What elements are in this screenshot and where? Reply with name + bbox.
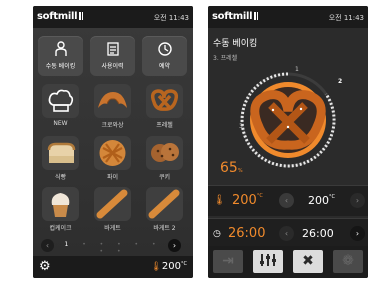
action-bar: ⇥ ✖ ❁ [208, 246, 368, 278]
timer-decrease-button[interactable]: ‹ [279, 226, 294, 241]
menu-item-label: 크로와상 [101, 122, 124, 129]
stop-button[interactable]: ✖ [293, 250, 323, 273]
exit-button[interactable]: ⇥ [213, 250, 243, 273]
page-title: 수동 베이킹 [213, 39, 258, 49]
current-page-number: 1 [64, 241, 75, 248]
sliders-icon [259, 253, 277, 269]
set-temperature: 200°C [308, 194, 335, 207]
gear-icon: ⚙ [39, 259, 51, 274]
history-button[interactable]: 사용이력 [90, 36, 135, 76]
fan-icon: ❁ [342, 253, 354, 269]
next-page-button[interactable]: › [168, 239, 181, 252]
menu-item-baguette-2[interactable]: 바게트 2 [142, 187, 187, 237]
oven-temperature: 🌡200°C [150, 261, 187, 272]
reservation-button[interactable]: 예약 [142, 36, 187, 76]
page-indicator: 1 • • • • • • • [64, 241, 162, 255]
clock: 오전 11:43 [153, 14, 189, 22]
reservation-label: 예약 [158, 63, 171, 70]
menu-item-label: 식빵 [54, 174, 67, 181]
baguette-icon [146, 187, 183, 221]
stage-marker-2: 2 [338, 78, 343, 85]
progress-ring [240, 72, 336, 168]
history-label: 사용이력 [101, 63, 124, 70]
menu-item-pretzel[interactable]: 프레첼 [142, 84, 187, 134]
temperature-increase-button[interactable]: › [350, 193, 365, 208]
manual-baking-label: 수동 베이킹 [45, 63, 76, 70]
adjust-button[interactable] [253, 250, 283, 273]
baguette-icon [94, 187, 131, 221]
pie-icon [94, 136, 131, 170]
pager: ‹ 1 • • • • • • • › [33, 237, 193, 255]
manual-baking-button[interactable]: 수동 베이킹 [38, 36, 83, 76]
clock-icon: ◷ [213, 229, 221, 239]
bread-icon [42, 136, 79, 170]
menu-item-label: NEW [53, 120, 68, 127]
menu-item-label: 파이 [106, 174, 119, 181]
progress-percent: 65% [220, 160, 243, 176]
timer-row: ◷ 26:00 ‹ 26:00 › [208, 218, 368, 249]
chef-hat-icon [42, 84, 79, 118]
stage-marker-3: 3 [239, 123, 243, 130]
menu-item-label: 바게트 [104, 225, 121, 232]
cupcake-icon [42, 187, 79, 221]
thermometer-icon: 🌡 [213, 195, 226, 206]
thermometer-icon: 🌡 [150, 262, 162, 272]
set-time: 26:00 [302, 227, 334, 240]
menu-item-croissant[interactable]: 크로와상 [90, 84, 135, 134]
menu-item-label: 바게트 2 [153, 225, 176, 232]
menu-item-label: 컵케이크 [49, 225, 72, 232]
menu-item-cookie[interactable]: 쿠키 [142, 136, 187, 186]
current-temperature: 200°C [232, 193, 263, 208]
menu-item-cupcake[interactable]: 컵케이크 [38, 187, 83, 237]
brand-logo: softmill [37, 11, 84, 23]
exit-icon: ⇥ [222, 253, 234, 269]
settings-button[interactable]: ⚙ [39, 260, 51, 274]
bottom-bar: ⚙ 🌡200°C [33, 256, 193, 278]
temperature-decrease-button[interactable]: ‹ [279, 193, 294, 208]
previous-page-button[interactable]: ‹ [41, 239, 54, 252]
chef-icon [38, 41, 83, 60]
main-menu-screen: softmill 오전 11:43 수동 베이킹 사용이력 예약 NEW 크로와… [33, 6, 193, 278]
menu-item-new[interactable]: NEW [38, 84, 83, 134]
menu-item-label: 쿠키 [158, 174, 171, 181]
history-icon [90, 41, 135, 60]
brand-logo: softmill [212, 11, 259, 23]
clock: 오전 11:43 [328, 14, 364, 22]
menu-item-baguette[interactable]: 바게트 [90, 187, 135, 237]
menu-item-bread[interactable]: 식빵 [38, 136, 83, 186]
status-bar: softmill 오전 11:43 [208, 6, 368, 28]
croissant-icon [94, 84, 131, 118]
stop-icon: ✖ [302, 253, 314, 269]
menu-item-label: 프레첼 [156, 122, 173, 129]
recipe-name: 3. 프레첼 [213, 55, 238, 62]
pretzel-icon [146, 84, 183, 118]
cookie-icon [146, 136, 183, 170]
baking-progress-screen: softmill 오전 11:43 수동 베이킹 3. 프레첼 1 2 3 65… [208, 6, 368, 278]
temperature-row: 🌡 200°C ‹ 200°C › [208, 185, 368, 216]
menu-item-pie[interactable]: 파이 [90, 136, 135, 186]
fan-button[interactable]: ❁ [333, 250, 363, 273]
remaining-time: 26:00 [228, 226, 266, 241]
clock-icon [142, 41, 187, 60]
status-bar: softmill 오전 11:43 [33, 6, 193, 28]
timer-increase-button[interactable]: › [350, 226, 365, 241]
stage-marker-1: 1 [295, 66, 299, 73]
